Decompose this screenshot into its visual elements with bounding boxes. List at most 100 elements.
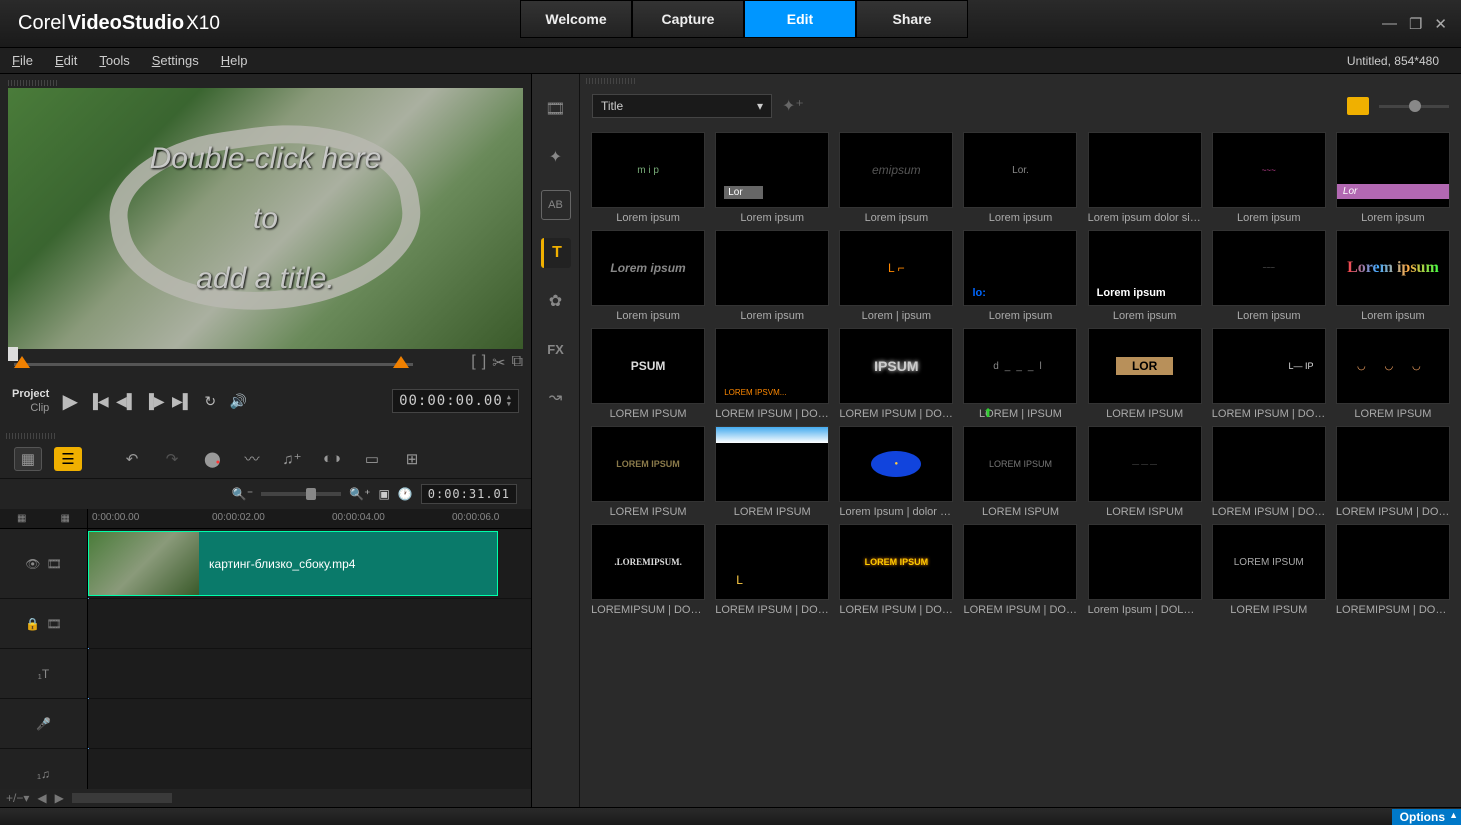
undo-icon[interactable]: ↶	[118, 447, 146, 471]
thumb-label: LOREM IPSUM	[1230, 604, 1307, 616]
title-preset-thumb[interactable]: Lorem Ipsum | DOLOR ...	[1085, 524, 1205, 616]
audio-mixer-icon[interactable]: 〰	[238, 447, 266, 471]
title-preset-thumb[interactable]: LOREM IPSUM | DOL...	[1209, 426, 1329, 518]
playback-mode[interactable]: ProjectClip	[12, 387, 49, 415]
cut-icon[interactable]: ✂	[492, 353, 505, 373]
track-lock-icon[interactable]: 🔒	[25, 617, 40, 631]
minimize-icon[interactable]: —	[1382, 15, 1397, 33]
fit-window-icon[interactable]: ▣	[378, 487, 389, 501]
home-icon[interactable]: ▐◀	[85, 388, 111, 414]
title-track-icon: ₁T	[38, 667, 49, 681]
h-scrollbar[interactable]	[72, 793, 172, 803]
panel-grip[interactable]	[8, 80, 58, 86]
mark-in-icon[interactable]	[14, 356, 30, 368]
repeat-icon[interactable]: ↻	[197, 388, 223, 414]
multitrim-icon[interactable]: ◐◑	[318, 447, 346, 471]
preview-monitor[interactable]: Double-click here to add a title.	[8, 88, 523, 349]
title-preset-thumb[interactable]: Lorem ipsumLorem ipsum	[1333, 230, 1453, 322]
thumb-label: Lorem ipsum	[1361, 310, 1425, 322]
next-frame-icon[interactable]: ▐▶	[141, 388, 167, 414]
storyboard-view-icon[interactable]: ▦	[14, 447, 42, 471]
title-preset-thumb[interactable]: LOREMIPSUM | DOLO...	[1333, 524, 1453, 616]
auto-music-icon[interactable]: ♫⁺	[278, 447, 306, 471]
track-mgr-b-icon[interactable]: ▦	[61, 513, 70, 524]
zoom-slider[interactable]	[261, 492, 341, 496]
voice-track[interactable]: 🎤	[0, 699, 531, 749]
step-edit[interactable]: Edit	[744, 0, 856, 38]
clock-icon[interactable]: 🕐	[398, 487, 413, 501]
play-icon[interactable]: ▶	[57, 388, 83, 414]
prev-frame-icon[interactable]: ◀▌	[113, 388, 139, 414]
timeline-zoom: 🔍⁻ 🔍⁺ ▣ 🕐 0:00:31.01	[0, 479, 531, 509]
step-share[interactable]: Share	[856, 0, 968, 38]
timeline-toolbar: ▦ ☰ ↶ ↷ ⬤● 〰 ♫⁺ ◐◑ ▭ ⊞	[0, 439, 531, 479]
thumb-label: LOREM IPSUM | DOL...	[1212, 408, 1326, 420]
thumbnail-view-icon[interactable]	[1347, 97, 1369, 115]
title-track[interactable]: ₁T	[0, 649, 531, 699]
titlebar: CorelVideoStudioX10 Welcome Capture Edit…	[0, 0, 1461, 48]
title-preset-thumb[interactable]: ~~~Lorem ipsum	[1209, 230, 1329, 322]
scrub-bar[interactable]: [ ] ✂ ⧉	[8, 353, 523, 379]
scroll-left-icon[interactable]: ◀	[37, 791, 46, 805]
zoom-out-icon[interactable]: 🔍⁻	[232, 487, 253, 501]
timecode-display[interactable]: 00:00:00.00 ▲▼	[392, 389, 519, 413]
title-placeholder[interactable]: Double-click here to add a title.	[8, 88, 523, 349]
title-preset-thumb[interactable]: LorLorem ipsum	[1333, 132, 1453, 224]
title-preset-thumb[interactable]: LOREM IPSUMLOREM IPSUM	[1209, 524, 1329, 616]
close-icon[interactable]: ✕	[1434, 15, 1447, 33]
snapshot-icon[interactable]: ⧉	[512, 353, 523, 373]
workflow-steps: Welcome Capture Edit Share ⬆	[520, 0, 1008, 825]
thumb-label: LOREM IPSUM | DOL...	[1336, 506, 1450, 518]
ruler-mark: 0:00:00.00	[92, 512, 139, 523]
video-clip[interactable]: картинг-близко_сбоку.mp4	[88, 531, 498, 596]
title-preset-thumb[interactable]: — — —LOREM ISPUM	[1085, 426, 1205, 518]
menu-settings[interactable]: Settings	[152, 53, 199, 68]
menu-edit[interactable]: Edit	[55, 53, 77, 68]
bracket-out-icon[interactable]: ]	[482, 353, 486, 373]
volume-icon[interactable]: 🔊	[225, 388, 251, 414]
bracket-in-icon[interactable]: [	[471, 353, 475, 373]
timeline-tracks: 👁🎞 картинг-близко_сбоку.mp4 🔒🎞 ₁T	[0, 529, 531, 789]
mark-out-icon[interactable]	[393, 356, 409, 368]
title-preset-thumb[interactable]: LORLOREM IPSUM	[1085, 328, 1205, 420]
voice-track-icon: 🎤	[36, 717, 51, 731]
thumb-label: Lorem ipsum	[1237, 310, 1301, 322]
thumb-label: LOREMIPSUM | DOLO...	[1336, 604, 1450, 616]
scroll-right-icon[interactable]: ▶	[55, 791, 64, 805]
timeline-ruler[interactable]: ▦ ▦ 0:00:00.00 00:00:02.00 00:00:04.00 0…	[0, 509, 531, 529]
project-info: Untitled, 854*480	[1347, 54, 1449, 68]
thumb-size-slider[interactable]	[1379, 105, 1449, 108]
track-mgr-a-icon[interactable]: ▦	[17, 513, 26, 524]
zoom-in-icon[interactable]: 🔍⁺	[349, 487, 370, 501]
music-track[interactable]: ₁♫	[0, 749, 531, 789]
timeline-view-icon[interactable]: ☰	[54, 447, 82, 471]
add-track-icon[interactable]: +/−▾	[6, 791, 29, 805]
title-preset-thumb[interactable]: Lorem ipsum dolor sit a...	[1085, 132, 1205, 224]
title-preset-thumb[interactable]: LOREM IPSUM | DOL...	[1333, 426, 1453, 518]
multi-view-icon[interactable]: ⊞	[398, 447, 426, 471]
track-vis-icon[interactable]: 👁	[25, 557, 40, 571]
overlay-track-icon: 🎞	[46, 617, 61, 631]
step-capture[interactable]: Capture	[632, 0, 744, 38]
options-button[interactable]: Options	[1392, 809, 1461, 825]
title-preset-thumb[interactable]: L— IPLOREM IPSUM | DOL...	[1209, 328, 1329, 420]
preview-pane: Double-click here to add a title. [ ] ✂ …	[0, 74, 531, 429]
thumb-label: LOREM IPSUM	[1106, 408, 1183, 420]
redo-icon[interactable]: ↷	[158, 447, 186, 471]
menu-file[interactable]: File	[12, 53, 33, 68]
record-icon[interactable]: ⬤●	[198, 447, 226, 471]
title-preset-thumb[interactable]: ◡ ◡ ◡LOREM IPSUM	[1333, 328, 1453, 420]
step-welcome[interactable]: Welcome	[520, 0, 632, 38]
overlay-track[interactable]: 🔒🎞	[0, 599, 531, 649]
video-track-icon: 🎞	[47, 557, 62, 571]
upload-icon[interactable]: ⬆	[968, 0, 1008, 825]
video-track-1[interactable]: 👁 🎞 картинг-близко_сбоку.mp4	[0, 529, 531, 599]
subtitle-icon[interactable]: ▭	[358, 447, 386, 471]
menu-tools[interactable]: Tools	[99, 53, 129, 68]
end-icon[interactable]: ▶▌	[169, 388, 195, 414]
title-preset-thumb[interactable]: ~~~Lorem ipsum	[1209, 132, 1329, 224]
title-preset-thumb[interactable]: Lorem ipsumLorem ipsum	[1085, 230, 1205, 322]
menu-help[interactable]: Help	[221, 53, 248, 68]
thumb-label: Lorem ipsum	[1113, 310, 1177, 322]
maximize-icon[interactable]: ❐	[1409, 15, 1422, 33]
